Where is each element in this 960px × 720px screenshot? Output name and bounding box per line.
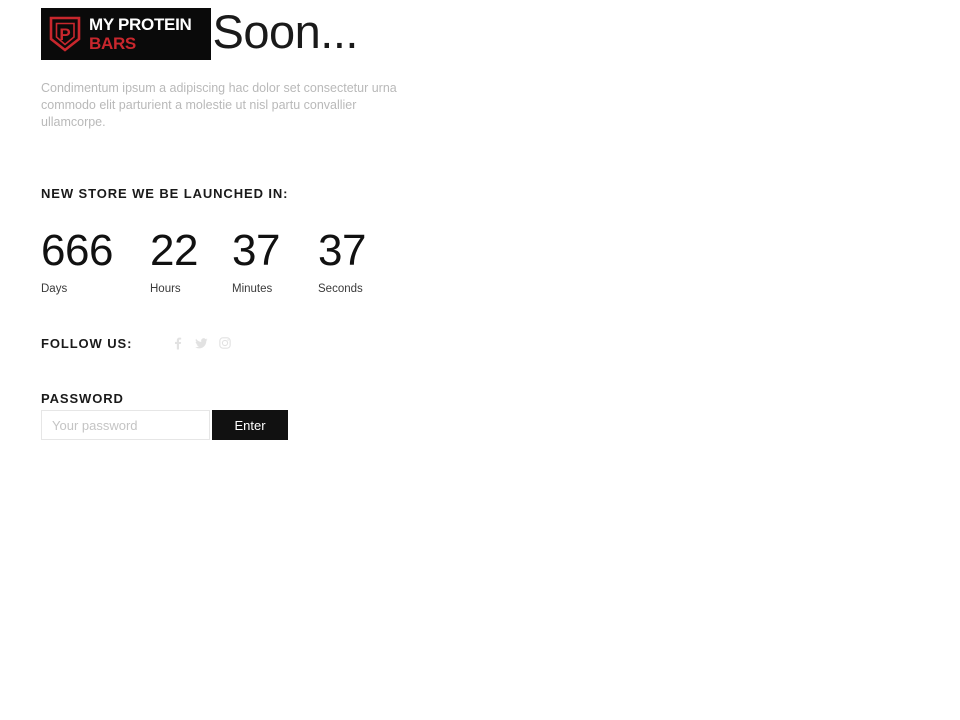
countdown-label-hours: Hours (150, 283, 181, 295)
countdown-timer: 666 Days 22 Hours 37 Minutes 37 Seconds (41, 226, 404, 296)
social-links (165, 333, 237, 353)
enter-button[interactable]: Enter (212, 410, 288, 440)
site-logo[interactable]: P MY PROTEIN BARS (41, 8, 211, 60)
shield-p-emblem-icon: P (48, 15, 82, 53)
countdown-value-hours: 22 (150, 226, 198, 275)
countdown-value-minutes: 37 (232, 226, 280, 275)
logo-line-secondary: BARS (89, 34, 136, 53)
countdown-unit-days: 666 Days (41, 226, 150, 296)
twitter-icon[interactable] (189, 333, 213, 353)
facebook-icon[interactable] (165, 333, 189, 353)
logo-line-primary: MY PROTEIN (89, 15, 192, 34)
follow-us-label: FOLLOW US: (41, 335, 133, 351)
countdown-unit-hours: 22 Hours (150, 226, 232, 296)
password-input[interactable] (41, 410, 210, 440)
page-description: Condimentum ipsum a adipiscing hac dolor… (41, 81, 397, 129)
coming-soon-page: Coming Soon... P MY PROTEIN BARS Condime… (0, 0, 960, 720)
countdown-value-days: 666 (41, 226, 113, 275)
countdown-unit-seconds: 37 Seconds (318, 226, 404, 296)
countdown-value-seconds: 37 (318, 226, 366, 275)
password-form: Enter (41, 410, 288, 440)
instagram-icon[interactable] (213, 333, 237, 353)
svg-text:P: P (59, 25, 70, 44)
password-label: PASSWORD (41, 391, 124, 406)
countdown-label-seconds: Seconds (318, 283, 363, 295)
countdown-label-minutes: Minutes (232, 283, 273, 295)
countdown-label-days: Days (41, 283, 68, 295)
logo-wordmark: MY PROTEIN BARS (89, 15, 192, 53)
countdown-unit-minutes: 37 Minutes (232, 226, 318, 296)
follow-us-section: FOLLOW US: (41, 333, 237, 353)
countdown-heading: NEW STORE WE BE LAUNCHED IN: (41, 186, 289, 201)
hero-section: Coming Soon... P MY PROTEIN BARS (41, 0, 921, 70)
